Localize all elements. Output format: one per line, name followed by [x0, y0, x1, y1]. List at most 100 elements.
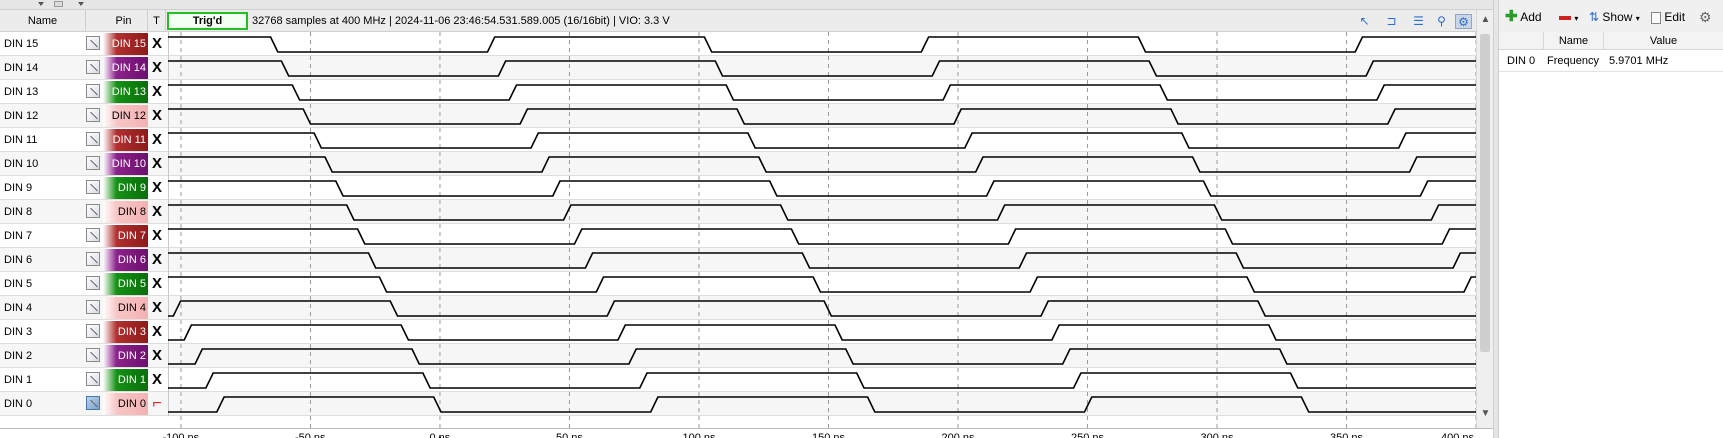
channel-settings-icon[interactable] — [86, 300, 100, 314]
channel-settings-icon[interactable] — [86, 132, 100, 146]
channel-settings-icon[interactable] — [86, 372, 100, 386]
trigger-dont-care-icon[interactable]: X — [149, 82, 165, 102]
channel-settings-icon[interactable] — [86, 180, 100, 194]
channel-name[interactable]: DIN 14 — [4, 56, 38, 80]
show-measurements-button[interactable]: ⇅ Show ▾ — [1589, 8, 1640, 26]
channel-name[interactable]: DIN 8 — [4, 200, 32, 224]
channel-name[interactable]: DIN 9 — [4, 176, 32, 200]
channel-settings-icon[interactable] — [86, 348, 100, 362]
toolbar-arrow-icon[interactable] — [78, 2, 84, 6]
channel-row[interactable]: DIN 9 DIN 9X — [0, 176, 1476, 200]
marker-icon[interactable]: ⊐ — [1383, 14, 1400, 29]
channel-settings-icon[interactable] — [86, 204, 100, 218]
channel-settings-icon[interactable] — [86, 228, 100, 242]
channel-name[interactable]: DIN 10 — [4, 152, 38, 176]
trigger-dont-care-icon[interactable]: X — [149, 58, 165, 78]
channel-row[interactable]: DIN 13 DIN 13 X — [0, 80, 1476, 104]
channel-settings-icon[interactable] — [86, 84, 100, 98]
pin-label[interactable]: DIN 6 — [103, 249, 148, 271]
trigger-dont-care-icon[interactable]: X — [149, 322, 165, 342]
trigger-dont-care-icon[interactable]: X — [149, 370, 165, 390]
channel-row[interactable]: DIN 4 DIN 4X — [0, 296, 1476, 320]
pin-label[interactable]: DIN 3 — [103, 321, 148, 343]
add-measurement-button[interactable]: ✚ Add — [1505, 8, 1542, 26]
channel-row[interactable]: DIN 2 DIN 2X — [0, 344, 1476, 368]
measurement-column-name[interactable]: Name — [1543, 32, 1603, 50]
channel-row[interactable]: DIN 0 DIN 0 ⌐ — [0, 392, 1476, 416]
channel-row[interactable]: DIN 5 DIN 5X — [0, 272, 1476, 296]
channel-row[interactable]: DIN 10 DIN 10 X — [0, 152, 1476, 176]
channel-row[interactable]: DIN 11 DIN 11 X — [0, 128, 1476, 152]
edit-measurement-button[interactable]: Edit — [1651, 8, 1685, 26]
channel-name[interactable]: DIN 15 — [4, 32, 38, 56]
trigger-dont-care-icon[interactable]: X — [149, 346, 165, 366]
channel-settings-icon[interactable] — [86, 156, 100, 170]
channel-settings-icon[interactable] — [86, 60, 100, 74]
channel-settings-icon[interactable] — [86, 324, 100, 338]
trigger-dont-care-icon[interactable]: X — [149, 250, 165, 270]
channel-name[interactable]: DIN 4 — [4, 296, 32, 320]
channel-settings-icon[interactable] — [86, 108, 100, 122]
pin-label[interactable]: DIN 1 — [103, 369, 148, 391]
scrollbar-thumb[interactable] — [1480, 34, 1490, 352]
trigger-dont-care-icon[interactable]: X — [149, 202, 165, 222]
pin-label[interactable]: DIN 11 — [103, 129, 148, 151]
column-header-pin[interactable]: Pin — [100, 10, 148, 32]
trigger-dont-care-icon[interactable]: X — [149, 274, 165, 294]
channel-name[interactable]: DIN 2 — [4, 344, 32, 368]
measurement-column-value[interactable]: Value — [1603, 32, 1723, 50]
channel-name[interactable]: DIN 6 — [4, 248, 32, 272]
toolbar-doc-icon[interactable] — [54, 1, 63, 7]
scroll-down-icon[interactable]: ▼ — [1477, 408, 1494, 419]
channel-row[interactable]: DIN 8 DIN 8X — [0, 200, 1476, 224]
channel-name[interactable]: DIN 11 — [4, 128, 37, 152]
pin-label[interactable]: DIN 0 — [103, 393, 148, 415]
pin-label[interactable]: DIN 14 — [103, 57, 148, 79]
pin-label[interactable]: DIN 7 — [103, 225, 148, 247]
trigger-dont-care-icon[interactable]: X — [149, 178, 165, 198]
channel-settings-icon[interactable] — [86, 252, 100, 266]
falling-edge-trigger-icon[interactable]: ⌐ — [149, 394, 165, 414]
settings-button[interactable]: ⚙ — [1699, 8, 1712, 26]
channel-row[interactable]: DIN 3 DIN 3X — [0, 320, 1476, 344]
channel-name[interactable]: DIN 5 — [4, 272, 32, 296]
channel-row[interactable]: DIN 1 DIN 1X — [0, 368, 1476, 392]
time-ruler[interactable]: -100 ns -50 ns 0 ns 50 ns 100 ns 150 ns 200 ns… — [0, 428, 1493, 438]
channel-settings-icon[interactable] — [86, 276, 100, 290]
channel-name[interactable]: DIN 7 — [4, 224, 32, 248]
column-header-name[interactable]: Name — [0, 10, 86, 32]
channel-name[interactable]: DIN 0 — [4, 392, 32, 416]
channel-name[interactable]: DIN 13 — [4, 80, 38, 104]
pin-label[interactable]: DIN 13 — [103, 81, 148, 103]
remove-measurement-button[interactable]: ▾ — [1559, 8, 1578, 26]
pin-label[interactable]: DIN 5 — [103, 273, 148, 295]
channel-row[interactable]: DIN 7 DIN 7X — [0, 224, 1476, 248]
channel-settings-icon[interactable] — [86, 396, 100, 410]
trigger-dont-care-icon[interactable]: X — [149, 130, 165, 150]
cursor-icon[interactable]: ↖ — [1356, 14, 1373, 29]
channel-settings-icon[interactable] — [86, 36, 100, 50]
channel-name[interactable]: DIN 12 — [4, 104, 38, 128]
ruler-icon[interactable]: ☰ — [1410, 14, 1427, 29]
channel-name[interactable]: DIN 1 — [4, 368, 32, 392]
vertical-scrollbar[interactable]: ▲ ▼ — [1476, 10, 1493, 428]
trigger-dont-care-icon[interactable]: X — [149, 154, 165, 174]
measurement-row[interactable]: DIN 0 Frequency 5.9701 MHz — [1499, 50, 1723, 72]
zoom-fit-icon[interactable]: ⚙ — [1455, 14, 1472, 29]
channel-row[interactable]: DIN 12 DIN 12 X — [0, 104, 1476, 128]
pin-label[interactable]: DIN 9 — [103, 177, 148, 199]
trigger-dont-care-icon[interactable]: X — [149, 34, 165, 54]
trigger-dont-care-icon[interactable]: X — [149, 298, 165, 318]
pin-label[interactable]: DIN 8 — [103, 201, 148, 223]
zoom-icon[interactable]: ⚲ — [1433, 14, 1450, 29]
trigger-dont-care-icon[interactable]: X — [149, 106, 165, 126]
scroll-up-icon[interactable]: ▲ — [1477, 14, 1494, 25]
trigger-dont-care-icon[interactable]: X — [149, 226, 165, 246]
channel-row[interactable]: DIN 6 DIN 6X — [0, 248, 1476, 272]
channel-row[interactable]: DIN 14 DIN 14 X — [0, 56, 1476, 80]
pin-label[interactable]: DIN 12 — [103, 105, 148, 127]
pin-label[interactable]: DIN 15 — [103, 33, 148, 55]
channel-name[interactable]: DIN 3 — [4, 320, 32, 344]
toolbar-dropdown-icon[interactable] — [38, 2, 44, 6]
column-header-trigger[interactable]: T — [148, 10, 166, 32]
